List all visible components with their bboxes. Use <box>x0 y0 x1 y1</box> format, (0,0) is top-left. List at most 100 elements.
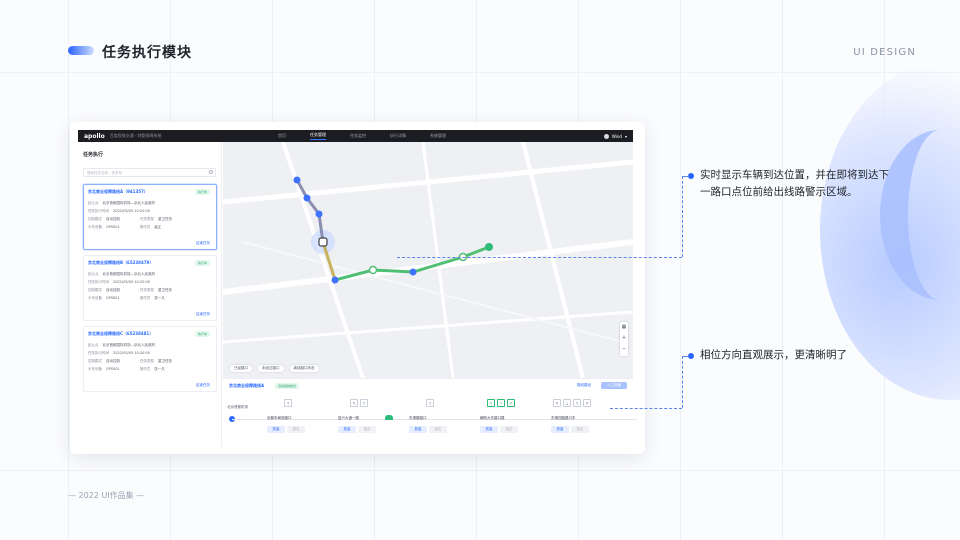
grid-line <box>0 72 960 73</box>
chevron-down-icon: ▾ <box>624 133 627 139</box>
callout-line-2: 一路口点位前给出线路警示区域。 <box>700 186 858 198</box>
search-input[interactable]: 搜索任务名称、任务号 <box>83 168 216 177</box>
task-row: 头车设备 GPS001 操作员 张一凡 <box>88 367 165 371</box>
intersection-node: ↰ ↑ ↱ 朝阳大东路口路 放量 锁定 <box>478 399 524 439</box>
nav-item-task-monitor[interactable]: 任务监控 <box>350 133 366 139</box>
arrow-up-icon[interactable]: ↑ <box>284 399 292 407</box>
lock-button[interactable]: 锁定 <box>287 426 305 433</box>
release-button[interactable]: 放量 <box>480 426 498 433</box>
callout-connector <box>610 408 682 409</box>
top-nav: 首页 任务管理 任务监控 执行详情 系统管理 <box>278 130 446 142</box>
map-node[interactable] <box>331 276 339 284</box>
task-row: 任务执行时间 2022/05/05 10:20:00 <box>88 280 151 284</box>
task-name: 京北商业保障路线B（65238479） <box>88 260 154 265</box>
user-menu[interactable]: Wind ▾ <box>603 133 627 139</box>
task-row: 头车设备 GPS001 操作员 张一凡 <box>88 296 165 300</box>
task-row: 任务执行时间 2022/05/05 10:20:00 <box>88 209 151 213</box>
turn-right-icon[interactable]: ↱ <box>507 399 515 407</box>
lock-button[interactable]: 锁定 <box>429 426 447 433</box>
turn-left-icon[interactable]: ↰ <box>487 399 495 407</box>
route-phase-panel: 京北商业保障路线A 自动控制模式 路线路径 人工接管 北京首都机场 ↑ 京都车局… <box>223 378 637 448</box>
intersection-name: 京都车局前路口 <box>267 416 292 420</box>
nav-item-execution-detail[interactable]: 执行详情 <box>390 133 406 139</box>
avatar <box>603 133 609 139</box>
task-name: 京北商业保障路线C（65238481） <box>88 331 154 336</box>
nav-item-home[interactable]: 首页 <box>278 133 286 139</box>
route-map[interactable]: 已经路口 未经过路口 离线路口状态 ▦ + − <box>223 142 633 378</box>
callout-connector <box>682 356 683 408</box>
layers-icon[interactable]: ▦ <box>620 322 628 333</box>
intersection-node: ↰ ↑ 复兴大道一路 放量 锁定 <box>336 399 382 439</box>
turn-left-icon[interactable]: ↰ <box>553 399 561 407</box>
map-legend: 已经路口 未经过路口 离线路口状态 <box>230 365 319 372</box>
intersection-name: 东湖路路口 <box>409 416 427 420</box>
grid-line <box>680 0 681 540</box>
release-button[interactable]: 放量 <box>551 426 569 433</box>
arrow-up-icon[interactable]: ↑ <box>497 399 505 407</box>
zoom-in-button[interactable]: + <box>620 333 628 344</box>
intersection-node: ↰ ↓ ↑ ↱ 东湖四路路口东 放量 锁定 <box>549 399 595 439</box>
task-row: 控制模式 自动控制 任务类型 重卫任务 <box>88 359 172 363</box>
status-badge: 执行中 <box>194 331 210 337</box>
search-placeholder: 搜索任务名称、任务号 <box>87 171 122 175</box>
footer: — 2022 UI作品集 — <box>68 491 145 500</box>
task-row: 控制模式 自动控制 任务类型 重卫任务 <box>88 288 172 292</box>
apollo-logo: apollo <box>84 132 105 140</box>
page-title: 任务执行模块 <box>102 45 192 61</box>
lock-button[interactable]: 锁定 <box>500 426 518 433</box>
route-path-link[interactable]: 路线路径 <box>577 383 591 388</box>
end-task-link[interactable]: 结束任务 <box>196 241 210 246</box>
callout-phase-direction: 相位方向直观展示，更清晰明了 <box>700 349 847 361</box>
map-node[interactable] <box>315 210 323 218</box>
nav-item-task-management[interactable]: 任务管理 <box>310 132 326 140</box>
task-card[interactable]: 京北商业保障路线A（941357） 执行中 起止点 北京首都国际机场—京北人民政府… <box>83 184 217 250</box>
callout-connector <box>682 176 683 257</box>
legend-offline: 离线路口状态 <box>289 365 319 372</box>
start-point: 北京首都机场 <box>227 405 248 409</box>
map-node[interactable] <box>293 176 301 184</box>
vehicle-marker-icon[interactable] <box>318 237 328 247</box>
lock-button[interactable]: 锁定 <box>358 426 376 433</box>
zoom-control[interactable]: ▦ + − <box>620 322 628 356</box>
lock-button[interactable]: 锁定 <box>571 426 589 433</box>
task-row: 头车设备 GPS001 操作员 高正 <box>88 225 162 229</box>
ui-design-label: UI DESIGN <box>853 47 916 58</box>
arrow-up-icon[interactable]: ↑ <box>426 399 434 407</box>
map-node[interactable] <box>409 268 417 276</box>
release-button[interactable]: 放量 <box>409 426 427 433</box>
grid-line <box>68 0 69 540</box>
arrow-up-icon[interactable]: ↑ <box>573 399 581 407</box>
arrow-up-icon[interactable]: ↑ <box>360 399 368 407</box>
legend-not-passed: 未经过路口 <box>258 365 284 372</box>
car-icon <box>385 415 393 420</box>
user-name: Wind <box>611 133 622 139</box>
callout-connector <box>397 257 682 258</box>
intersection-name: 东湖四路路口东 <box>551 416 576 420</box>
destination-marker[interactable] <box>485 243 493 251</box>
callout-line-1: 实时显示车辆到达位置，并在即将到达下 <box>700 169 889 181</box>
intersection-name: 复兴大道一路 <box>338 416 359 420</box>
zoom-out-button[interactable]: − <box>620 344 628 355</box>
turn-right-icon[interactable]: ↱ <box>583 399 591 407</box>
release-button[interactable]: 放量 <box>338 426 356 433</box>
nav-item-system[interactable]: 系统管理 <box>430 133 446 139</box>
route-title: 京北商业保障路线A <box>229 383 265 388</box>
callout-vehicle-position: 实时显示车辆到达位置，并在即将到达下 一路口点位前给出线路警示区域。 <box>700 167 889 201</box>
end-task-link[interactable]: 结束任务 <box>196 312 210 317</box>
map-node[interactable] <box>368 265 378 275</box>
search-icon[interactable] <box>209 170 213 174</box>
task-card[interactable]: 京北商业保障路线C（65238481） 执行中 起止点 北京首都国际机场—京北人民… <box>83 326 217 392</box>
map-canvas <box>223 142 633 378</box>
turn-left-icon[interactable]: ↰ <box>350 399 358 407</box>
manual-takeover-button[interactable]: 人工接管 <box>601 382 627 389</box>
map-node[interactable] <box>303 194 311 202</box>
release-button[interactable]: 放量 <box>267 426 285 433</box>
task-list-panel: 任务执行 搜索任务名称、任务号 京北商业保障路线A（941357） 执行中 起止… <box>78 142 222 447</box>
status-badge: 执行中 <box>194 260 210 266</box>
arrow-down-icon[interactable]: ↓ <box>563 399 571 407</box>
app-subtitle: 百度智能交通 · 特勤保障系统 <box>109 133 162 138</box>
grid-line <box>0 470 960 471</box>
intersection-name: 朝阳大东路口路 <box>480 416 505 420</box>
end-task-link[interactable]: 结束任务 <box>196 383 210 388</box>
task-card[interactable]: 京北商业保障路线B（65238479） 执行中 起止点 北京首都国际机场—京北人民… <box>83 255 217 321</box>
